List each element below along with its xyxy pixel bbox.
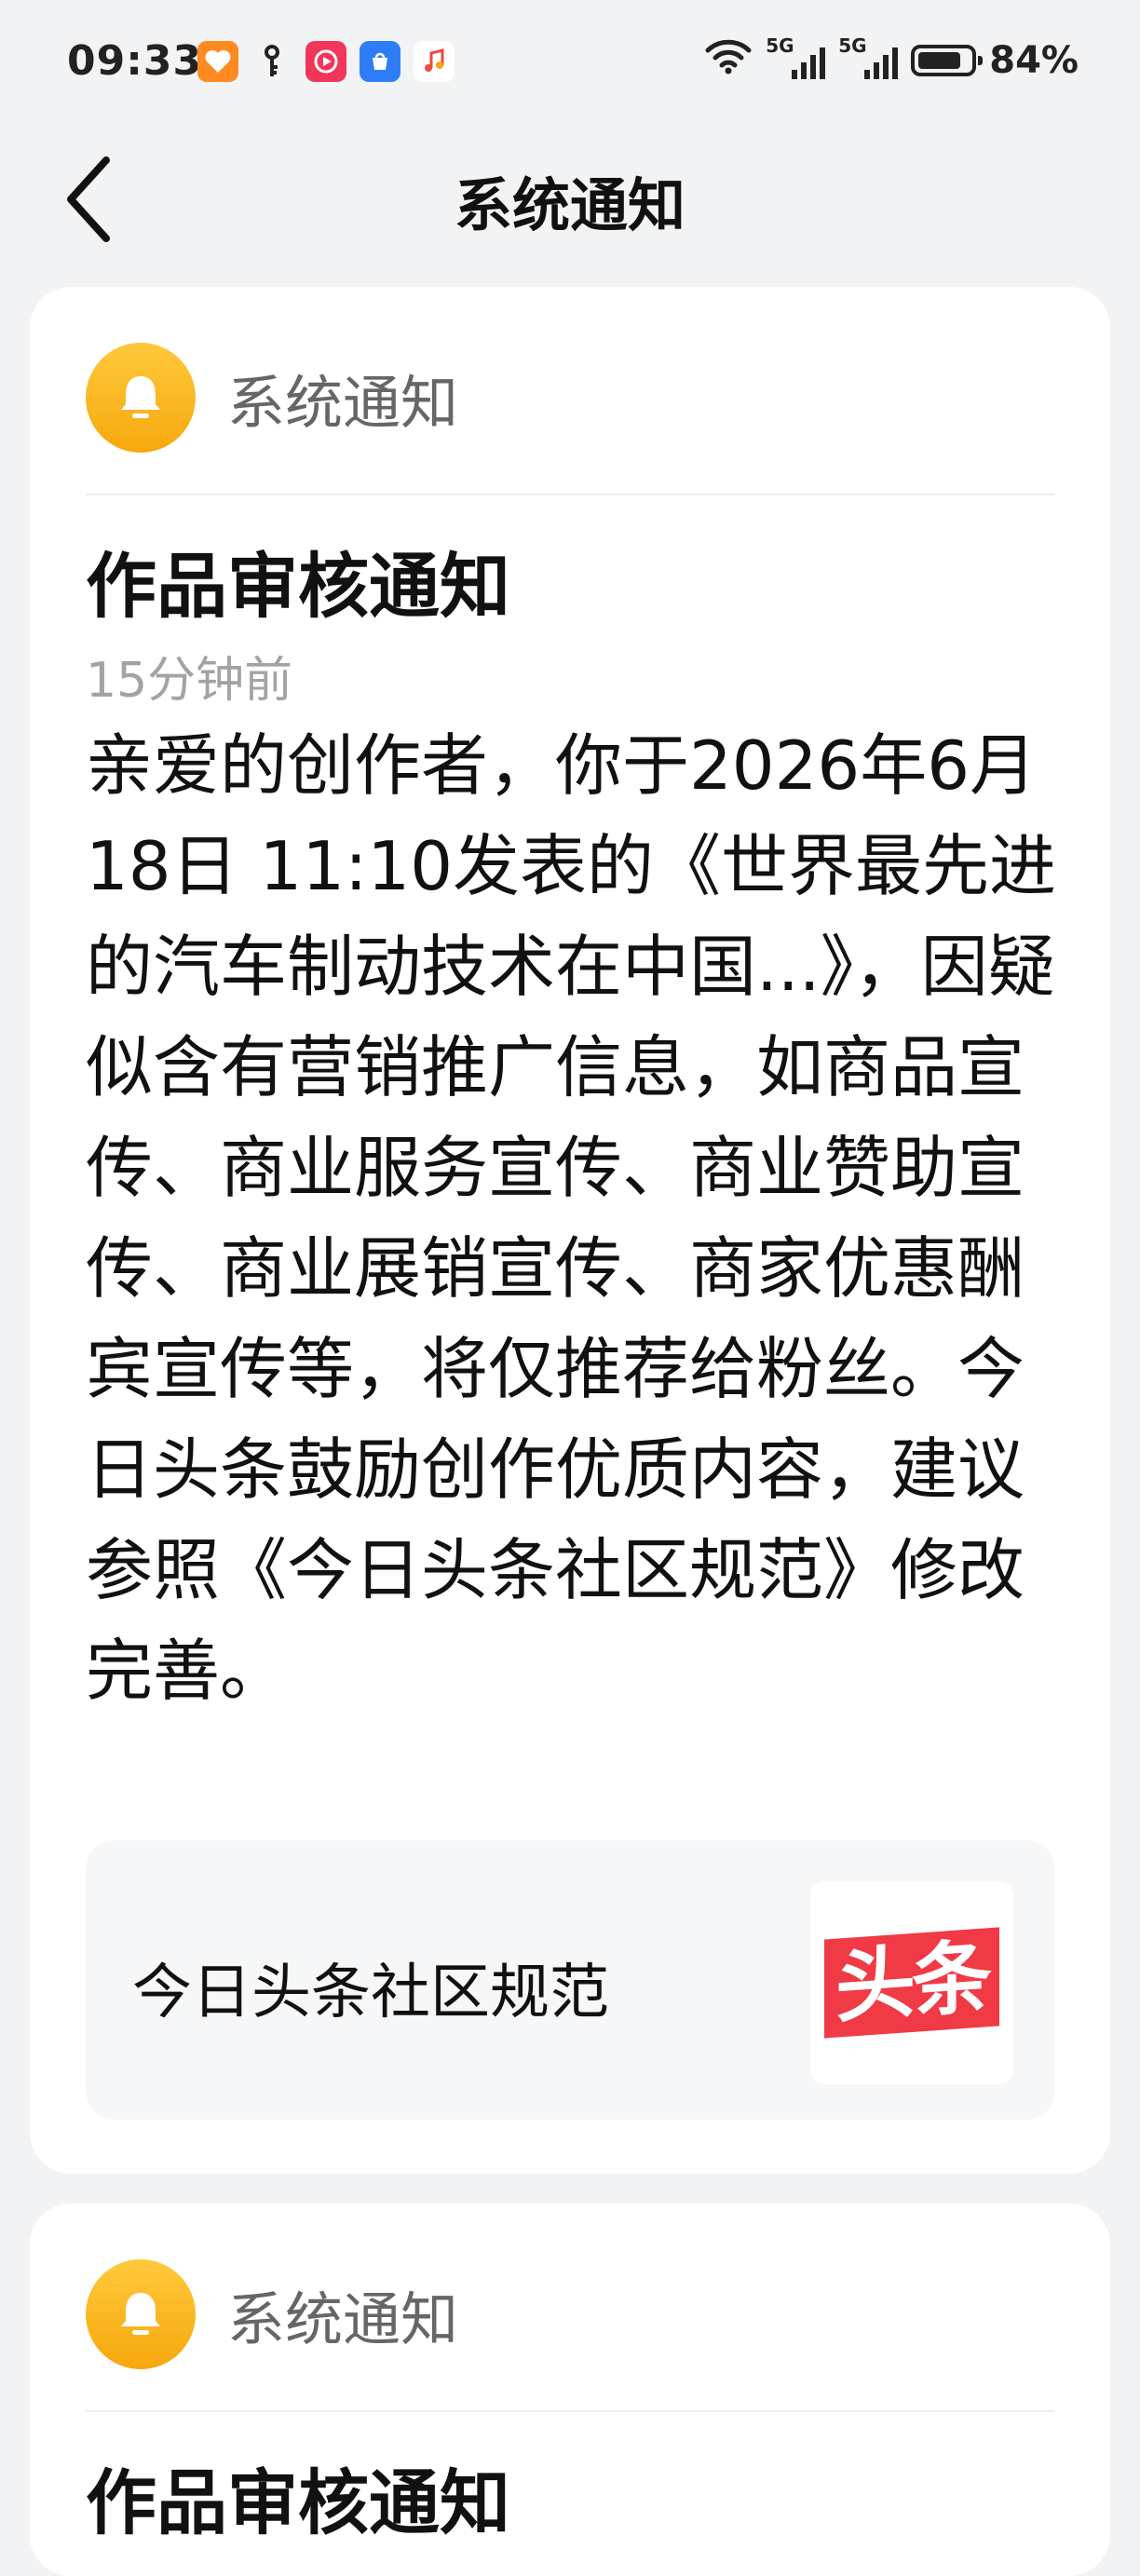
divider xyxy=(86,2410,1054,2412)
status-bar: 09:33 5G 5G 84% xyxy=(0,0,1140,130)
sender-name: 系统通知 xyxy=(227,369,459,437)
battery-icon xyxy=(911,45,984,76)
signal-1-icon: 5G xyxy=(766,34,826,83)
nav-header: 系统通知 xyxy=(0,140,1140,251)
status-indicators: 5G 5G 84% xyxy=(704,34,1079,84)
page-title: 系统通知 xyxy=(454,171,685,239)
status-app-icons xyxy=(197,41,455,82)
toutiao-logo: 头条 xyxy=(810,1881,1013,2084)
card-header: 系统通知 xyxy=(86,2259,458,2369)
bell-icon xyxy=(86,2259,196,2369)
battery-percent: 84% xyxy=(989,39,1079,82)
wifi-icon xyxy=(704,37,753,84)
network-2-label: 5G xyxy=(838,34,867,57)
sender-name: 系统通知 xyxy=(227,2285,459,2353)
notification-card[interactable]: 系统通知 作品审核通知 15分钟前 亲爱的创作者，你于2026年6月18日 11… xyxy=(30,287,1110,2174)
notification-body: 亲爱的创作者，你于2026年6月18日 11:10发表的《世界最先进的汽车制动技… xyxy=(86,726,1056,1710)
music-app-icon xyxy=(414,41,455,82)
card-header: 系统通知 xyxy=(86,343,458,453)
community-guidelines-link[interactable]: 今日头条社区规范 头条 xyxy=(86,1840,1054,2120)
notification-time: 15分钟前 xyxy=(86,653,293,709)
key-app-icon xyxy=(251,41,292,82)
network-1-label: 5G xyxy=(766,34,794,57)
heart-app-icon xyxy=(197,41,238,82)
notification-card[interactable]: 系统通知 作品审核通知 xyxy=(30,2203,1110,2576)
status-time: 09:33 xyxy=(67,37,203,85)
video-app-icon xyxy=(305,41,346,82)
app-market-icon xyxy=(360,41,400,82)
link-title: 今日头条社区规范 xyxy=(132,1959,609,2027)
bell-icon xyxy=(86,343,196,453)
signal-2-icon: 5G xyxy=(838,34,899,83)
notification-title: 作品审核通知 xyxy=(86,2461,510,2544)
notification-title: 作品审核通知 xyxy=(86,545,510,628)
divider xyxy=(86,494,1054,495)
logo-text: 头条 xyxy=(824,1927,999,2039)
